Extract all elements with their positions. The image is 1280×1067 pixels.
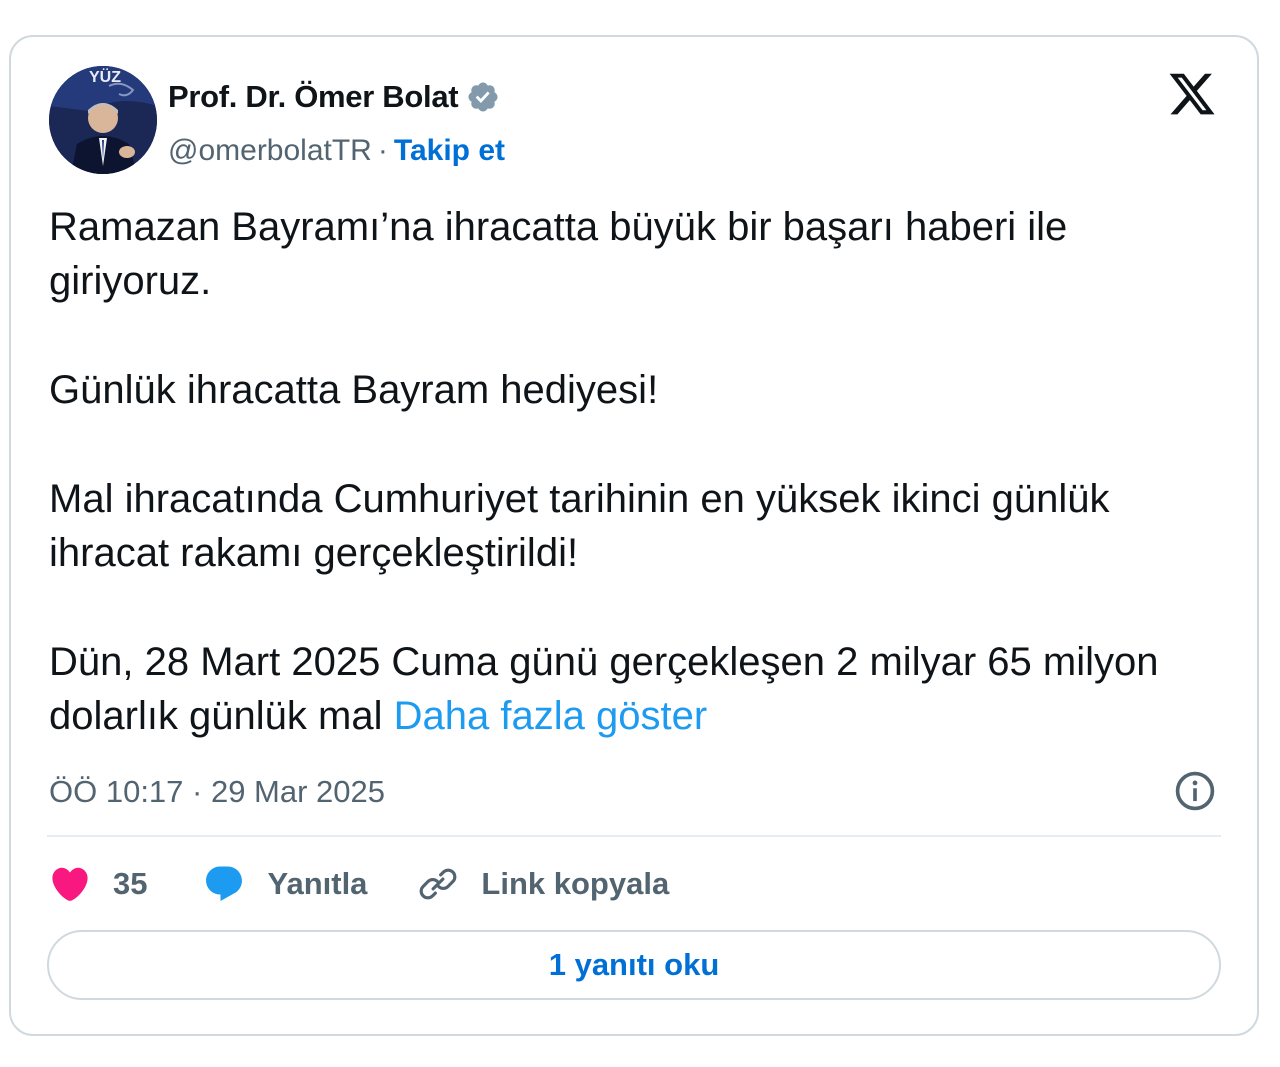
copy-link-label: Link kopyala [481,866,670,901]
divider [47,835,1221,837]
author-name[interactable]: Prof. Dr. Ömer Bolat [168,79,459,115]
tweet-text: Ramazan Bayramı’na ihracatta büyük bir b… [49,200,1209,743]
read-replies-button[interactable]: 1 yanıtı oku [47,930,1221,1000]
like-button[interactable]: 35 [49,863,147,905]
reply-button[interactable]: Yanıtla [203,863,367,905]
avatar-image: YÜZ [49,66,157,174]
tweet-paragraph-4: Dün, 28 Mart 2025 Cuma günü gerçekleşen … [49,635,1209,743]
info-icon[interactable] [1173,769,1217,813]
reply-bubble-icon [203,863,245,905]
author-name-row: Prof. Dr. Ömer Bolat [168,77,500,117]
tweet-embed-card: YÜZ Prof. Dr. Ömer Bolat @omerbolatTR · … [9,35,1259,1036]
tweet-paragraph-2: Günlük ihracatta Bayram hediyesi! [49,368,659,412]
follow-button[interactable]: Takip et [394,134,505,168]
heart-icon [49,863,91,905]
verified-badge-icon [466,80,500,114]
x-logo-icon[interactable] [1167,69,1217,119]
copy-link-button[interactable]: Link kopyala [417,863,669,905]
avatar[interactable]: YÜZ [49,66,157,174]
handle-separator: · [377,134,388,167]
show-more-link[interactable]: Daha fazla göster [394,694,708,738]
link-icon [417,863,459,905]
tweet-paragraph-1: Ramazan Bayramı’na ihracatta büyük bir b… [49,205,1068,303]
author-handle-row: @omerbolatTR · Takip et [168,131,505,171]
author-handle[interactable]: @omerbolatTR [168,134,372,168]
action-bar: 35 Yanıtla Link kopyala [49,859,669,909]
tweet-paragraph-3: Mal ihracatında Cumhuriyet tarihinin en … [49,477,1110,575]
tweet-timestamp[interactable]: ÖÖ 10:17 · 29 Mar 2025 [49,772,385,812]
reply-label: Yanıtla [267,866,368,901]
like-count: 35 [113,866,148,901]
